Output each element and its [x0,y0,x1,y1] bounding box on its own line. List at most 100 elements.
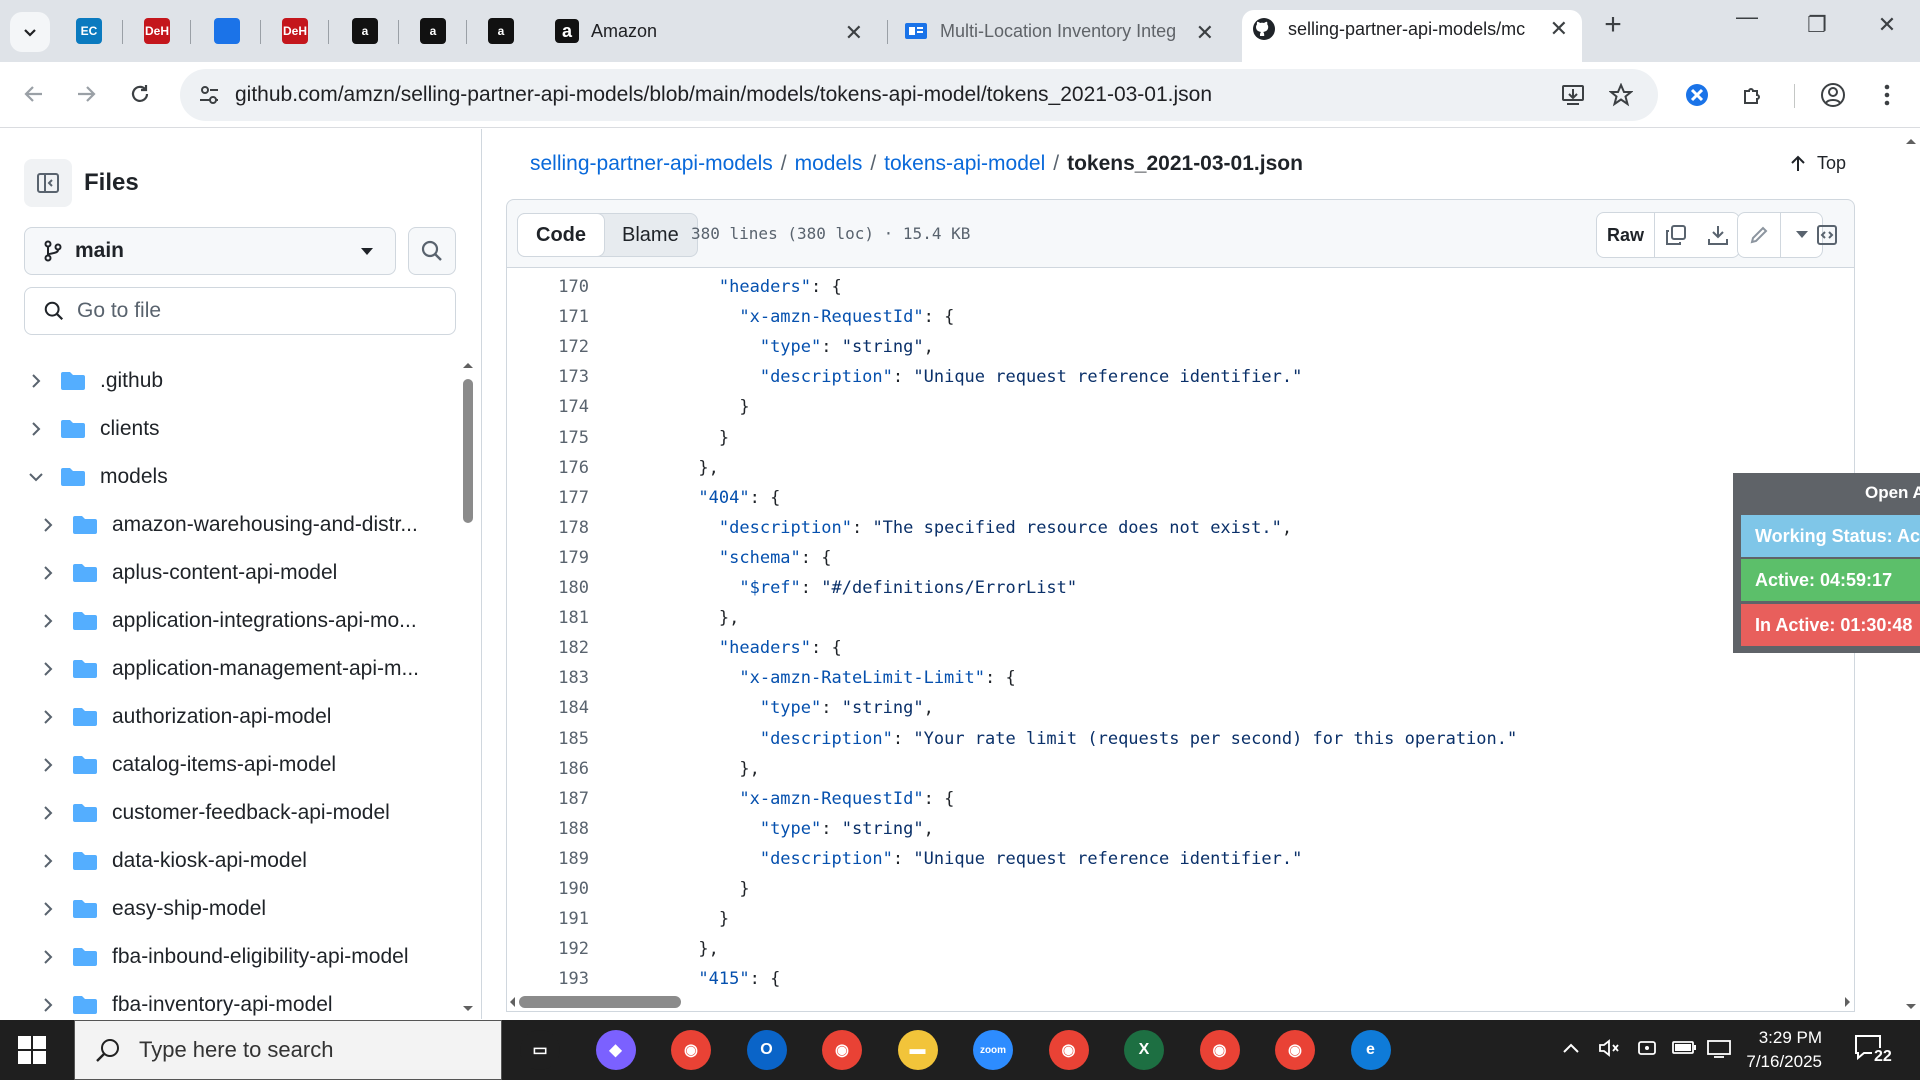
extensions-puzzle-icon[interactable] [1736,78,1770,112]
line-number[interactable]: 173 [507,367,589,387]
tree-item[interactable]: easy-ship-model [38,885,266,933]
tree-item[interactable]: .github [26,357,163,405]
line-number[interactable]: 179 [507,548,589,568]
chevron-right-icon[interactable] [38,708,58,726]
tree-item[interactable]: catalog-items-api-model [38,741,336,789]
close-window-button[interactable]: ✕ [1862,12,1912,38]
address-bar[interactable]: github.com/amzn/selling-partner-api-mode… [180,69,1658,121]
chrome-profile-1-taskbar-icon[interactable]: ◉ [671,1030,711,1070]
tab-github-active[interactable]: selling-partner-api-models/mc ✕ [1242,10,1582,62]
tree-item[interactable]: authorization-api-model [38,693,331,741]
start-button[interactable] [18,1036,46,1069]
close-tab-icon[interactable]: ✕ [1550,16,1568,42]
tree-item[interactable]: aplus-content-api-model [38,549,337,597]
line-number[interactable]: 188 [507,819,589,839]
line-number[interactable]: 187 [507,789,589,809]
line-number[interactable]: 193 [507,969,589,989]
line-number[interactable]: 171 [507,307,589,327]
line-number[interactable]: 174 [507,397,589,417]
outlook-taskbar-icon[interactable]: O [746,1030,787,1070]
line-number[interactable]: 190 [507,879,589,899]
tab-search-dropdown[interactable] [10,12,50,52]
tree-item[interactable]: amazon-warehousing-and-distr... [38,501,418,549]
battery-icon[interactable] [1672,1038,1698,1061]
zoom-taskbar-icon[interactable]: zoom [973,1030,1013,1070]
back-button[interactable] [16,76,52,112]
chrome-taskbar-icon[interactable]: ◉ [1048,1030,1089,1070]
reload-button[interactable] [122,76,158,112]
profile-icon[interactable] [1816,78,1850,112]
collapse-sidebar-button[interactable] [24,159,72,207]
chrome-profile-4-taskbar-icon[interactable]: ◉ [1275,1030,1315,1070]
chevron-right-icon[interactable] [38,516,58,534]
line-number[interactable]: 177 [507,488,589,508]
copilot-taskbar-icon[interactable]: ◆ [595,1030,636,1070]
line-number[interactable]: 184 [507,698,589,718]
chevron-right-icon[interactable] [38,996,58,1014]
system-clock[interactable]: 3:29 PM 7/16/2025 [1722,1026,1822,1074]
scrollbar-thumb[interactable] [463,379,473,523]
breadcrumb-models-link[interactable]: models [795,152,863,175]
close-tab-icon[interactable]: ✕ [1196,20,1214,46]
line-number[interactable]: 192 [507,939,589,959]
line-number[interactable]: 170 [507,277,589,297]
volume-muted-icon[interactable] [1598,1038,1620,1063]
show-hidden-icons-button[interactable] [1562,1038,1580,1059]
chevron-right-icon[interactable] [38,948,58,966]
install-app-icon[interactable] [1556,78,1590,112]
download-button[interactable] [1697,213,1739,257]
breadcrumb-repo-link[interactable]: selling-partner-api-models [530,152,773,175]
chevron-right-icon[interactable] [38,756,58,774]
edge-taskbar-icon[interactable]: e [1350,1030,1391,1070]
line-number[interactable]: 183 [507,668,589,688]
tab-blame[interactable]: Blame [604,214,697,256]
chevron-right-icon[interactable] [26,372,46,390]
taskbar-search-input[interactable]: Type here to search [74,1020,502,1080]
browser-menu-icon[interactable] [1870,78,1904,112]
scroll-up-icon[interactable] [1903,135,1919,147]
search-files-button[interactable] [408,227,456,275]
chevron-right-icon[interactable] [38,804,58,822]
scrollbar-thumb[interactable] [519,996,681,1008]
tab-multi-location[interactable]: Multi-Location Inventory Integ ✕ [898,12,1228,50]
line-number[interactable]: 172 [507,337,589,357]
line-number[interactable]: 182 [507,638,589,658]
pinned-tab[interactable]: a [410,12,456,50]
excel-taskbar-icon[interactable]: X [1124,1030,1164,1070]
pinned-tab[interactable]: a [478,12,524,50]
close-tab-icon[interactable]: ✕ [845,20,863,46]
notification-center-button[interactable]: 22 [1854,1034,1894,1066]
chrome-profile-3-taskbar-icon[interactable]: ◉ [1199,1030,1240,1070]
scroll-up-icon[interactable] [460,359,476,371]
chevron-right-icon[interactable] [38,900,58,918]
bookmark-star-icon[interactable] [1604,78,1638,112]
pinned-tab[interactable] [204,12,250,50]
breadcrumb-tokens-link[interactable]: tokens-api-model [884,152,1045,175]
tree-item[interactable]: clients [26,405,160,453]
line-number[interactable]: 186 [507,759,589,779]
scroll-down-icon[interactable] [460,1003,476,1015]
symbols-panel-button[interactable] [1807,212,1847,258]
pinned-tab[interactable]: DeH [134,12,180,50]
forward-button[interactable] [68,76,104,112]
line-number[interactable]: 189 [507,849,589,869]
line-number[interactable]: 191 [507,909,589,929]
pinned-tab[interactable]: EC [66,12,112,50]
scroll-right-icon[interactable] [1842,994,1854,1010]
tree-item[interactable]: fba-inbound-eligibility-api-model [38,933,409,981]
restore-button[interactable]: ❐ [1792,12,1842,38]
raw-button[interactable]: Raw [1597,213,1655,257]
line-number[interactable]: 178 [507,518,589,538]
chevron-right-icon[interactable] [38,852,58,870]
minimize-button[interactable]: — [1722,4,1772,30]
sidebar-scrollbar[interactable] [460,357,476,1017]
chevron-right-icon[interactable] [38,564,58,582]
pinned-tab[interactable]: a [342,12,388,50]
chevron-right-icon[interactable] [38,612,58,630]
pinned-tab[interactable]: DeH [272,12,318,50]
horizontal-scrollbar[interactable] [506,991,1855,1011]
tree-item[interactable]: models [26,453,168,501]
branch-selector[interactable]: main [24,227,396,275]
line-number[interactable]: 175 [507,428,589,448]
tree-item[interactable]: data-kiosk-api-model [38,837,307,885]
